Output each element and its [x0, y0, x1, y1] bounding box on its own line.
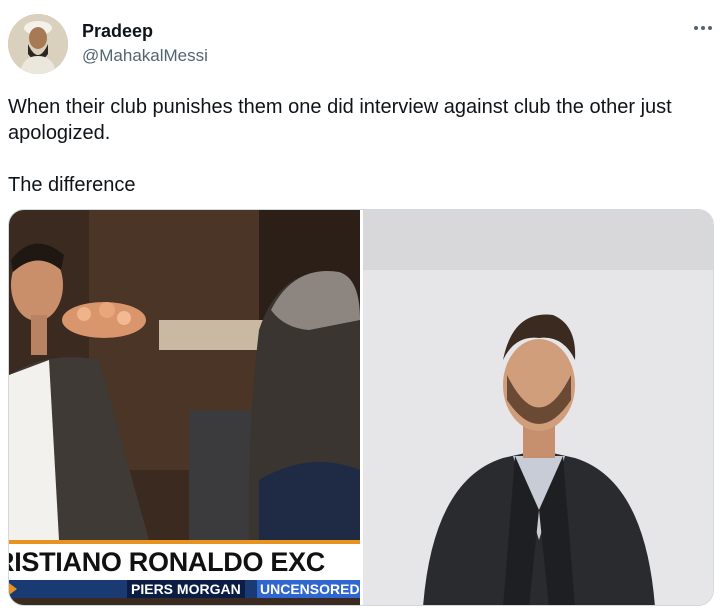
author-display-name[interactable]: Pradeep: [82, 20, 153, 42]
video-banner-tag: UNCENSORED: [257, 580, 360, 598]
author-handle[interactable]: @MahakalMessi: [82, 45, 208, 67]
more-dot: [701, 26, 705, 30]
video-banner-title: RISTIANO RONALDO EXC: [9, 540, 360, 580]
media-image-right[interactable]: [363, 210, 713, 605]
media-image-left[interactable]: RISTIANO RONALDO EXC PIERS MORGAN UNCENS…: [9, 210, 360, 605]
tweet-text: When their club punishes them one did in…: [8, 96, 672, 196]
tweet-media: RISTIANO RONALDO EXC PIERS MORGAN UNCENS…: [8, 209, 714, 606]
avatar-portrait: [8, 14, 68, 74]
more-dot: [708, 26, 712, 30]
author-avatar[interactable]: [8, 14, 68, 74]
banner-arrow-icon: [9, 583, 17, 595]
tweet-card: Pradeep @MahakalMessi When their club pu…: [0, 0, 727, 613]
video-banner-host: PIERS MORGAN: [127, 580, 245, 598]
more-icon[interactable]: [688, 18, 718, 38]
statement-video-image: [363, 210, 713, 605]
more-dot: [694, 26, 698, 30]
